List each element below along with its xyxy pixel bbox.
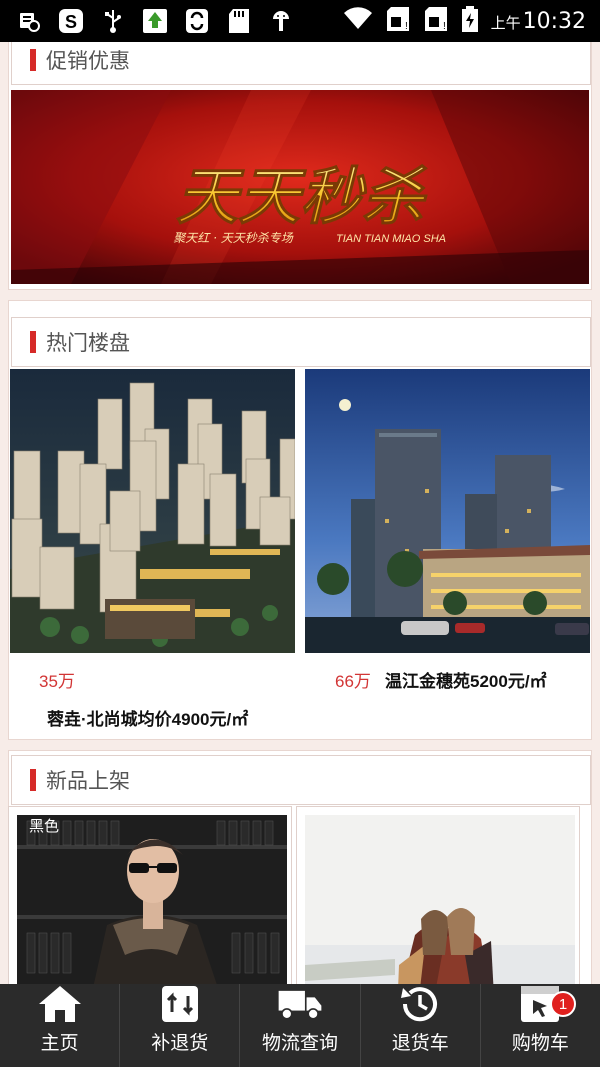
nav-logistics[interactable]: 物流查询 (240, 984, 361, 1067)
hot-section-title: 热门楼盘 (46, 331, 130, 355)
section-accent-bar (30, 331, 36, 353)
nav-home-label: 主页 (40, 1032, 79, 1054)
nav-exchange-label: 补退货 (151, 1032, 209, 1054)
flash-sale-banner[interactable]: 天天秒杀 聚天红 · 天天秒杀专场 TIAN TIAN MIAO SHA (11, 90, 589, 284)
product-card-2[interactable] (296, 806, 580, 984)
banner-subtitle-en: TIAN TIAN MIAO SHA (336, 233, 446, 245)
main-content[interactable]: 促销优惠 天天秒杀 聚天红 · 天天秒杀专场 TIAN TIAN MIAO SH… (0, 42, 600, 984)
nav-shopping-cart-label: 购物车 (511, 1032, 569, 1054)
nav-return-cart[interactable]: 退货车 (361, 984, 481, 1067)
status-icons-right: ! ! 上午 10:32 (343, 0, 586, 42)
upload-icon (142, 8, 168, 34)
property-2-price: 66万 (335, 672, 371, 691)
battery-icon (461, 5, 479, 37)
sd-card-icon (226, 8, 252, 34)
property-image-2[interactable] (305, 369, 590, 653)
nav-return-cart-label: 退货车 (391, 1032, 449, 1054)
new-section-header: 新品上架 (11, 755, 591, 805)
wifi-icon (343, 7, 373, 35)
history-icon (401, 987, 438, 1022)
home-icon (38, 986, 81, 1022)
clock-ampm: 上午 (490, 13, 521, 32)
property-image-1[interactable] (10, 369, 295, 653)
nav-exchange[interactable]: 补退货 (120, 984, 241, 1067)
promo-section-header: 促销优惠 (11, 42, 591, 85)
truck-icon (278, 990, 322, 1020)
hot-properties-section: 热门楼盘 35万 66万 温江金穗苑5200元/㎡ 蓉垚·北尚城均价4900元/… (8, 300, 592, 740)
exchange-icon (161, 986, 198, 1022)
sim1-icon: ! (385, 5, 411, 37)
clock: 上午 10:32 (491, 9, 586, 34)
nav-home[interactable]: 主页 (0, 984, 121, 1067)
svg-text:!: ! (443, 21, 446, 32)
nav-logistics-label: 物流查询 (262, 1032, 339, 1054)
product-card-1[interactable]: 黑色 (8, 806, 292, 984)
notification-icon (16, 8, 42, 34)
section-accent-bar (30, 769, 36, 791)
banner-headline: 天天秒杀 (176, 160, 428, 233)
sim2-icon: ! (423, 5, 449, 37)
section-accent-bar (30, 49, 36, 71)
banner-subtitle-cn: 聚天红 · 天天秒杀专场 (173, 231, 293, 245)
svg-text:S: S (65, 12, 77, 32)
sync-icon (184, 8, 210, 34)
usb-icon (100, 8, 126, 34)
status-icons-left: S (16, 8, 294, 34)
android-debug-icon (268, 8, 294, 34)
svg-text:!: ! (405, 21, 408, 32)
bottom-nav: 主页 补退货 物流查询 退货车 购物车 1 (0, 984, 600, 1067)
promo-section-title: 促销优惠 (46, 49, 130, 73)
hot-section-header: 热门楼盘 (11, 317, 591, 367)
status-bar: S ! ! 上午 10:32 (0, 0, 600, 42)
property-2-name[interactable]: 温江金穗苑5200元/㎡ (385, 667, 547, 692)
property-1-price: 35万 (39, 672, 75, 691)
clock-time: 10:32 (522, 8, 586, 34)
product-1-tag: 黑色 (29, 817, 59, 835)
sogou-icon: S (58, 8, 84, 34)
nav-shopping-cart[interactable]: 购物车 1 (481, 984, 600, 1067)
property-1-name[interactable]: 蓉垚·北尚城均价4900元/㎡ (47, 705, 248, 730)
cart-badge: 1 (550, 991, 577, 1017)
new-section-title: 新品上架 (46, 769, 130, 793)
